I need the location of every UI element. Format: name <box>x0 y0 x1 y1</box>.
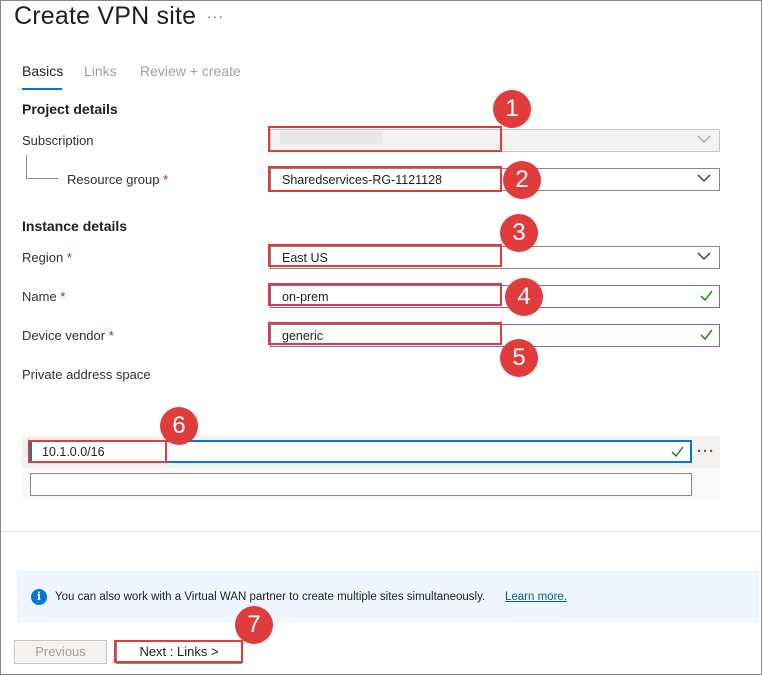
chevron-down-icon <box>697 252 711 260</box>
private-address-space-label: Private address space <box>22 367 151 382</box>
device-vendor-label: Device vendor * <box>22 328 114 343</box>
highlight-box-address <box>28 440 167 463</box>
tree-connector-branch <box>26 178 58 179</box>
resource-group-label: Resource group * <box>67 172 169 187</box>
subscription-label: Subscription <box>22 133 94 148</box>
project-details-heading: Project details <box>22 101 118 117</box>
info-icon: i <box>31 589 47 605</box>
region-label: Region * <box>22 250 72 265</box>
checkmark-icon <box>700 290 713 301</box>
highlight-box-vendor <box>268 322 502 345</box>
tab-basics[interactable]: Basics <box>22 63 63 79</box>
more-options-button[interactable]: ··· <box>207 8 224 24</box>
name-label: Name * <box>22 289 66 304</box>
callout-badge: 6 <box>160 407 198 445</box>
active-tab-indicator <box>22 88 62 90</box>
instance-details-heading: Instance details <box>22 218 128 234</box>
info-banner-text: You can also work with a Virtual WAN par… <box>55 591 486 603</box>
callout-badge: 1 <box>493 90 531 128</box>
learn-more-link[interactable]: Learn more. <box>505 591 567 603</box>
previous-button[interactable]: Previous <box>14 640 107 664</box>
checkmark-icon <box>700 329 713 340</box>
page-title: Create VPN site <box>14 2 197 30</box>
callout-badge: 5 <box>500 339 538 377</box>
tab-review-create[interactable]: Review + create <box>140 63 241 79</box>
required-marker: * <box>108 328 114 343</box>
highlight-box-subscription <box>268 126 502 152</box>
callout-badge: 4 <box>505 278 543 316</box>
highlight-box-next <box>114 640 243 663</box>
checkmark-icon <box>671 446 684 457</box>
highlight-box-region <box>268 244 502 267</box>
highlight-box-name <box>268 283 502 306</box>
required-marker: * <box>163 172 169 187</box>
footer-divider <box>1 531 761 532</box>
tab-links[interactable]: Links <box>84 63 117 79</box>
address-space-input-empty[interactable] <box>30 473 692 496</box>
highlight-box-resource-group <box>268 166 502 192</box>
row-actions-button[interactable]: ··· <box>697 443 715 460</box>
chevron-down-icon <box>697 135 711 143</box>
callout-badge: 2 <box>503 161 541 199</box>
chevron-down-icon <box>697 174 711 182</box>
tree-connector <box>26 155 27 178</box>
required-marker: * <box>60 289 66 304</box>
callout-badge: 3 <box>500 214 538 252</box>
required-marker: * <box>66 250 72 265</box>
callout-badge: 7 <box>235 606 273 644</box>
